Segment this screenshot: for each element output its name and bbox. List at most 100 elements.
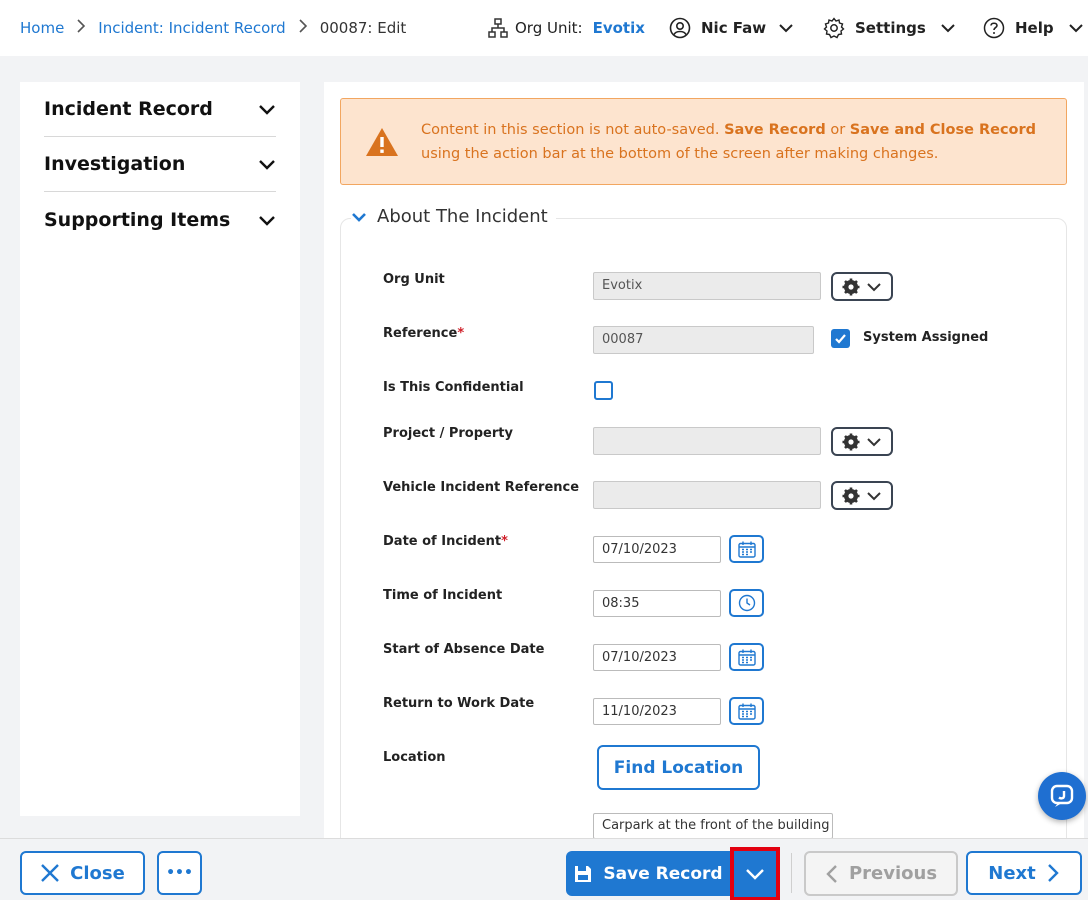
return-to-work-picker[interactable] [729,697,764,725]
action-bar: Close ••• Save Record Previous Next [0,838,1088,900]
nav-item-label: Investigation [44,153,186,175]
nav-item-investigation[interactable]: Investigation [44,137,276,192]
field-label: Reference* [383,326,465,341]
record-section-nav: Incident Record Investigation Supporting… [20,82,300,816]
chevron-down-icon [259,105,275,115]
time-of-incident-picker[interactable] [729,589,764,617]
more-icon: ••• [166,865,193,881]
nav-item-incident-record[interactable]: Incident Record [44,82,276,137]
main-panel: Content in this section is not auto-save… [324,82,1084,842]
breadcrumb-home[interactable]: Home [20,19,64,37]
field-label: Is This Confidential [383,380,524,395]
chevron-down-icon [259,160,275,170]
next-button[interactable]: Next [966,851,1082,895]
more-actions-button[interactable]: ••• [157,851,202,895]
field-label: Location [383,750,446,765]
org-unit-value: Evotix [592,19,645,37]
previous-label: Previous [848,863,938,884]
time-of-incident-input[interactable]: 08:35 [593,590,721,617]
field-label: Vehicle Incident Reference [383,480,580,495]
chevron-down-icon [867,491,881,500]
warning-icon [366,127,398,156]
field-label: Time of Incident [383,588,503,603]
calendar-icon [737,703,756,720]
action-divider [791,853,792,893]
project-options-button[interactable] [831,427,893,456]
absence-start-input[interactable]: 07/10/2023 [593,644,721,671]
breadcrumb-current: 00087: Edit [319,19,407,37]
org-unit-selector[interactable]: Org Unit: Evotix [487,0,645,56]
field-label: Project / Property [383,426,513,441]
project-property-input[interactable] [593,427,821,455]
chevron-down-icon [352,212,366,222]
breadcrumb: Home Incident: Incident Record 00087: Ed… [20,0,406,56]
breadcrumb-module[interactable]: Incident: Incident Record [98,19,285,37]
absence-start-picker[interactable] [729,643,764,671]
chevron-down-icon [1068,24,1083,33]
chevron-down-icon [259,215,275,226]
warning-save-record: Save Record [724,121,826,138]
chevron-down-icon [941,24,955,33]
close-icon [41,864,60,882]
save-record-button[interactable]: Save Record [566,851,730,896]
return-to-work-input[interactable]: 11/10/2023 [593,698,721,725]
gear-icon [823,17,845,39]
settings-label: Settings [855,19,926,37]
system-assigned-checkbox[interactable] [831,329,850,348]
nav-item-supporting-items[interactable]: Supporting Items [44,192,276,247]
user-menu[interactable]: Nic Faw [669,0,794,56]
save-options-dropdown[interactable] [730,847,780,900]
settings-menu[interactable]: Settings [823,0,956,56]
autosave-warning: Content in this section is not auto-save… [340,98,1067,185]
gear-icon [842,433,860,450]
chat-support-button[interactable] [1038,772,1086,820]
calendar-icon [737,541,756,558]
chevron-down-icon [867,437,881,446]
nav-item-label: Incident Record [44,98,213,120]
clock-icon [738,594,755,612]
user-name: Nic Faw [701,19,767,37]
chat-icon [1050,784,1074,807]
help-menu[interactable]: Help [983,0,1084,56]
help-label: Help [1015,19,1054,37]
location-description-input[interactable]: Carpark at the front of the building [593,813,833,839]
gear-icon [842,487,860,504]
date-of-incident-picker[interactable] [729,535,764,563]
save-icon [575,865,592,882]
reference-input[interactable]: 00087 [593,326,814,354]
check-icon [835,334,846,344]
warning-text: Content in this section is not auto-save… [421,121,720,138]
about-incident-section: About The Incident Org Unit Evotix Refer… [340,206,1067,842]
field-label: Org Unit [383,272,445,287]
find-location-button[interactable]: Find Location [597,745,760,790]
close-label: Close [70,862,125,884]
help-icon [983,17,1005,39]
previous-button[interactable]: Previous [804,851,958,896]
chevron-right-icon [1047,864,1059,882]
breadcrumb-separator-icon [298,19,308,37]
org-unit-input[interactable]: Evotix [593,272,821,300]
field-label: Start of Absence Date [383,642,545,657]
chevron-down-icon [779,24,793,33]
breadcrumb-separator-icon [76,19,86,37]
vehicle-reference-input[interactable] [593,481,821,509]
gear-icon [842,278,860,295]
next-label: Next [988,862,1036,884]
field-label: Return to Work Date [383,696,535,711]
org-unit-options-button[interactable] [831,272,893,301]
vehicle-options-button[interactable] [831,481,893,510]
calendar-icon [737,649,756,666]
warning-message: Content in this section is not auto-save… [421,118,1036,166]
system-assigned-label: System Assigned [863,330,989,345]
close-button[interactable]: Close [20,851,145,895]
section-header[interactable]: About The Incident [351,206,556,227]
warning-text: or [830,121,846,138]
chevron-down-icon [746,869,764,880]
section-title: About The Incident [377,206,548,227]
save-label: Save Record [603,863,723,884]
warning-text: using the action bar at the bottom of th… [421,145,939,162]
confidential-checkbox[interactable] [594,381,613,400]
date-of-incident-input[interactable]: 07/10/2023 [593,536,721,563]
chevron-down-icon [867,282,881,291]
org-unit-label: Org Unit: [515,19,583,37]
